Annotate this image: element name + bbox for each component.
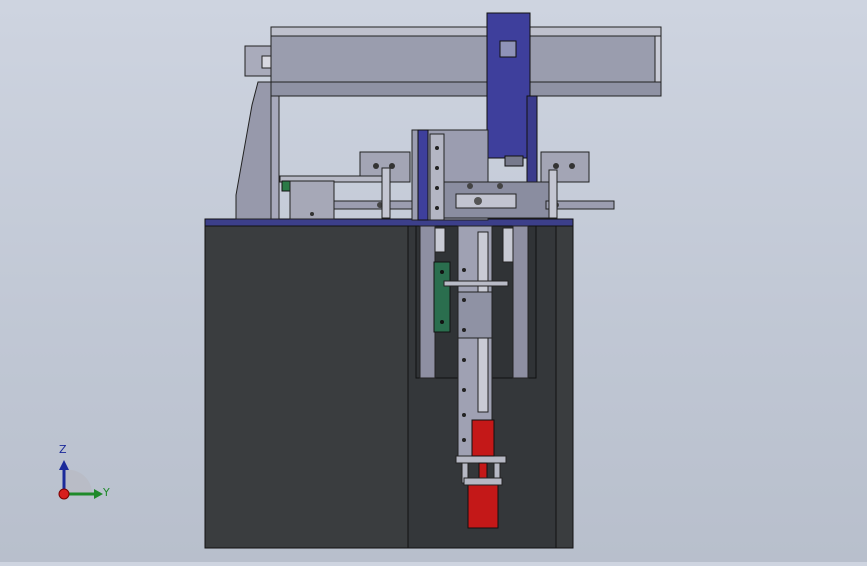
green-sensor-bracket[interactable] — [433, 261, 451, 333]
z-axis-carriage[interactable] — [486, 12, 538, 207]
triad-plane-icon — [64, 469, 93, 494]
x-axis-origin-icon — [58, 488, 70, 500]
left-gripper-unit[interactable] — [279, 151, 413, 220]
z-axis-label: Z — [59, 443, 67, 456]
machine-model-drawing[interactable] — [0, 0, 867, 562]
coordinate-triad — [58, 460, 103, 500]
right-gripper-unit[interactable] — [540, 151, 615, 219]
gantry-beam[interactable] — [270, 26, 662, 97]
table-top[interactable] — [204, 218, 574, 227]
y-axis-label: Y — [103, 486, 110, 499]
cad-viewport[interactable]: Z Y — [0, 0, 867, 562]
